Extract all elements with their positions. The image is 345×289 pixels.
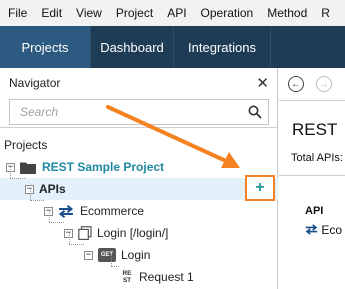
get-method-icon: GET <box>98 248 116 262</box>
tab-projects[interactable]: Projects <box>0 26 91 68</box>
search-box <box>9 99 269 125</box>
tree-api-row[interactable]: − Ecommerce <box>0 200 278 222</box>
api-list-item[interactable]: Eco <box>305 223 342 237</box>
tree-request-row[interactable]: RE ST Request 1 <box>0 266 278 288</box>
apis-label: APIs <box>39 182 66 196</box>
api-name: Ecommerce <box>80 204 145 218</box>
navigator-header: Navigator ✕ <box>0 68 277 98</box>
menu-project[interactable]: Project <box>116 6 153 20</box>
tree-guide-line <box>49 211 50 222</box>
main-tab-bar: Projects Dashboard Integrations <box>0 26 345 68</box>
menu-bar: File Edit View Project API Operation Met… <box>0 0 345 26</box>
tab-integrations[interactable]: Integrations <box>174 26 271 68</box>
back-arrow-icon[interactable]: ← <box>288 76 304 92</box>
tree-guide-line <box>30 200 44 201</box>
navigator-panel: Navigator ✕ Projects − REST Sample Proje… <box>0 68 278 289</box>
folder-icon <box>20 162 36 174</box>
menu-truncated[interactable]: R <box>321 6 330 20</box>
menu-method[interactable]: Method <box>267 6 307 20</box>
api-column-header: API <box>305 205 324 217</box>
tree-apis-row[interactable]: − APIs <box>0 178 278 200</box>
menu-file[interactable]: File <box>8 6 27 20</box>
forward-arrow-icon[interactable]: → <box>316 76 332 92</box>
tree-project-row[interactable]: − REST Sample Project <box>0 156 278 178</box>
tree-method-row[interactable]: − GET Login <box>0 244 278 266</box>
tree-guide-line <box>69 233 70 244</box>
tree-guide-line <box>111 254 112 266</box>
project-tree: Projects − REST Sample Project − APIs − … <box>0 134 278 288</box>
navigator-title: Navigator <box>9 76 61 90</box>
menu-view[interactable]: View <box>76 6 102 20</box>
tree-guide-line <box>49 222 64 223</box>
history-nav: ← → <box>279 68 345 101</box>
tab-dashboard[interactable]: Dashboard <box>91 26 174 68</box>
total-apis-label: Total APIs: <box>291 152 343 164</box>
api-list-item-label: Eco <box>321 223 343 237</box>
api-exchange-icon <box>58 204 74 218</box>
tree-guide-line <box>69 244 84 245</box>
close-icon[interactable]: ✕ <box>256 76 269 91</box>
rest-request-icon: RE ST <box>120 269 134 285</box>
tree-guide-line <box>111 266 119 267</box>
tree-guide-line <box>30 189 31 200</box>
project-name: REST Sample Project <box>42 160 165 174</box>
navigator-divider <box>0 127 278 128</box>
method-name: Login <box>121 248 151 262</box>
request-name: Request 1 <box>139 270 194 284</box>
collapse-toggle[interactable]: − <box>84 250 93 260</box>
menu-api[interactable]: API <box>167 6 186 20</box>
tree-resource-row[interactable]: − Login [/login/] <box>0 222 278 244</box>
menu-operation[interactable]: Operation <box>201 6 254 20</box>
rest-request-icon-bottom: ST <box>122 277 132 284</box>
add-api-button[interactable]: + <box>245 175 275 201</box>
search-icon[interactable] <box>248 105 262 119</box>
tree-guide-line <box>10 167 11 178</box>
editor-divider <box>279 175 345 176</box>
tree-root-label: Projects <box>4 138 48 152</box>
resource-icon <box>78 226 92 240</box>
editor-title: REST <box>292 120 338 139</box>
api-exchange-icon <box>305 224 318 235</box>
search-input[interactable] <box>20 105 220 119</box>
editor-pane: ← → REST Total APIs: API Eco <box>279 68 345 289</box>
tree-root: Projects <box>0 134 278 156</box>
rest-request-icon-top: RE <box>122 270 132 277</box>
resource-name: Login [/login/] <box>97 226 169 240</box>
menu-edit[interactable]: Edit <box>41 6 62 20</box>
tree-guide-line <box>10 178 25 179</box>
